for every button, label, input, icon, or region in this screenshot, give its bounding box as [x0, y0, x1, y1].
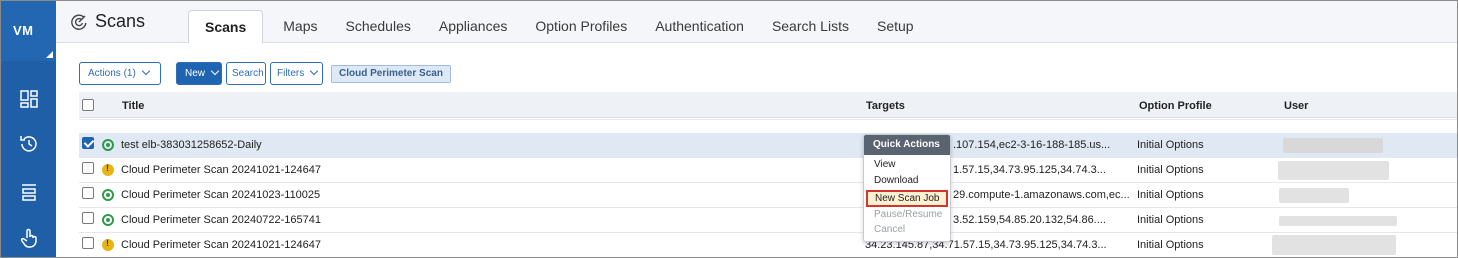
finished-status-icon: [102, 189, 114, 201]
tab-maps[interactable]: Maps: [269, 10, 331, 43]
touch-icon[interactable]: [18, 227, 40, 249]
select-all-checkbox[interactable]: [82, 99, 94, 111]
column-option-profile[interactable]: Option Profile: [1139, 100, 1212, 112]
filters-label: Filters: [277, 68, 305, 79]
actions-dropdown-button[interactable]: Actions (1): [79, 62, 161, 85]
row-option-profile: Initial Options: [1137, 164, 1204, 176]
menu-item-download[interactable]: Download: [874, 175, 918, 186]
module-logo: VM: [13, 23, 34, 38]
row-option-profile: Initial Options: [1137, 139, 1204, 151]
row-checkbox[interactable]: [82, 187, 94, 199]
scan-radar-icon: [70, 13, 88, 31]
scan-list: test elb-383031258652-Daily .107.154,ec2…: [79, 119, 1457, 257]
search-button[interactable]: Search: [226, 62, 266, 85]
row-targets: 1.57.15,34.73.95.125,34.74.3...: [953, 164, 1106, 176]
table-row[interactable]: test elb-383031258652-Daily .107.154,ec2…: [79, 133, 1457, 158]
chevron-down-icon: [309, 66, 319, 76]
tab-schedules[interactable]: Schedules: [331, 10, 424, 43]
row-targets: 29.compute-1.amazonaws.com,ec...: [953, 189, 1130, 201]
tab-option-profiles[interactable]: Option Profiles: [521, 10, 641, 43]
history-icon[interactable]: [18, 133, 40, 155]
warning-status-icon: [102, 238, 114, 251]
table-row[interactable]: Cloud Perimeter Scan 20240722-165741 3.5…: [79, 208, 1457, 233]
column-title[interactable]: Title: [122, 100, 144, 112]
search-label: Search: [232, 68, 264, 79]
row-title[interactable]: test elb-383031258652-Daily: [121, 139, 262, 151]
menu-item-view[interactable]: View: [874, 159, 896, 170]
filters-dropdown-button[interactable]: Filters: [270, 62, 323, 85]
row-checkbox[interactable]: [82, 237, 94, 249]
column-user[interactable]: User: [1284, 100, 1308, 112]
row-title[interactable]: Cloud Perimeter Scan 20241021-124647: [121, 239, 321, 251]
page-title: Scans: [95, 11, 146, 31]
redacted-user: [1283, 138, 1383, 153]
active-filter-chip[interactable]: Cloud Perimeter Scan: [331, 65, 451, 83]
new-button[interactable]: New: [176, 62, 222, 85]
menu-item-new-scan-job[interactable]: New Scan Job: [866, 190, 948, 207]
redacted-user: [1278, 161, 1389, 180]
row-title[interactable]: Cloud Perimeter Scan 20241023-110025: [121, 189, 320, 201]
quick-actions-menu: Quick Actions View Download New Scan Job…: [863, 134, 951, 242]
table-row[interactable]: Cloud Perimeter Scan 20241021-124647 34.…: [79, 233, 1457, 257]
app-header: Scans Scans Maps Schedules Appliances Op…: [56, 1, 1457, 43]
row-option-profile: Initial Options: [1137, 214, 1204, 226]
tab-appliances[interactable]: Appliances: [425, 10, 522, 43]
row-targets: .107.154,ec2-3-16-188-185.us...: [953, 139, 1111, 151]
column-targets[interactable]: Targets: [866, 100, 905, 112]
vm-module-switcher[interactable]: VM: [1, 1, 56, 61]
list-icon[interactable]: [18, 181, 40, 203]
row-checkbox[interactable]: [82, 137, 94, 149]
warning-status-icon: [102, 163, 114, 176]
finished-status-icon: [102, 214, 114, 226]
finished-status-icon: [102, 139, 114, 151]
row-checkbox[interactable]: [82, 212, 94, 224]
tab-authentication[interactable]: Authentication: [641, 10, 758, 43]
tab-scans[interactable]: Scans: [188, 10, 264, 43]
redacted-user: [1279, 188, 1349, 203]
chevron-down-icon: [210, 66, 220, 76]
row-title[interactable]: Cloud Perimeter Scan 20240722-165741: [121, 214, 321, 226]
table-row[interactable]: Cloud Perimeter Scan 20241021-124647 1.5…: [79, 158, 1457, 183]
dashboard-icon[interactable]: [18, 88, 40, 110]
menu-item-pause-resume: Pause/Resume: [874, 209, 943, 220]
new-label: New: [185, 68, 206, 79]
row-option-profile: Initial Options: [1137, 239, 1204, 251]
table-row[interactable]: Cloud Perimeter Scan 20241023-110025 29.…: [79, 183, 1457, 208]
tab-search-lists[interactable]: Search Lists: [758, 10, 863, 43]
module-menu-corner-icon: [46, 51, 53, 58]
table-row-partial: [79, 119, 1457, 120]
row-targets: 3.52.159,54.85.20.132,54.86....: [953, 214, 1106, 226]
tab-bar: Scans Maps Schedules Appliances Option P…: [188, 10, 928, 43]
redacted-user: [1279, 216, 1397, 226]
menu-item-cancel: Cancel: [874, 224, 906, 235]
table-header: Title Targets Option Profile User: [79, 92, 1457, 118]
row-option-profile: Initial Options: [1137, 189, 1204, 201]
row-title[interactable]: Cloud Perimeter Scan 20241021-124647: [121, 164, 321, 176]
tab-setup[interactable]: Setup: [863, 10, 928, 43]
quick-actions-title: Quick Actions: [864, 135, 950, 155]
redacted-user: [1272, 235, 1396, 255]
chevron-down-icon: [141, 66, 151, 76]
row-checkbox[interactable]: [82, 162, 94, 174]
actions-label: Actions (1): [88, 68, 136, 79]
left-sidebar: VM: [1, 1, 56, 257]
